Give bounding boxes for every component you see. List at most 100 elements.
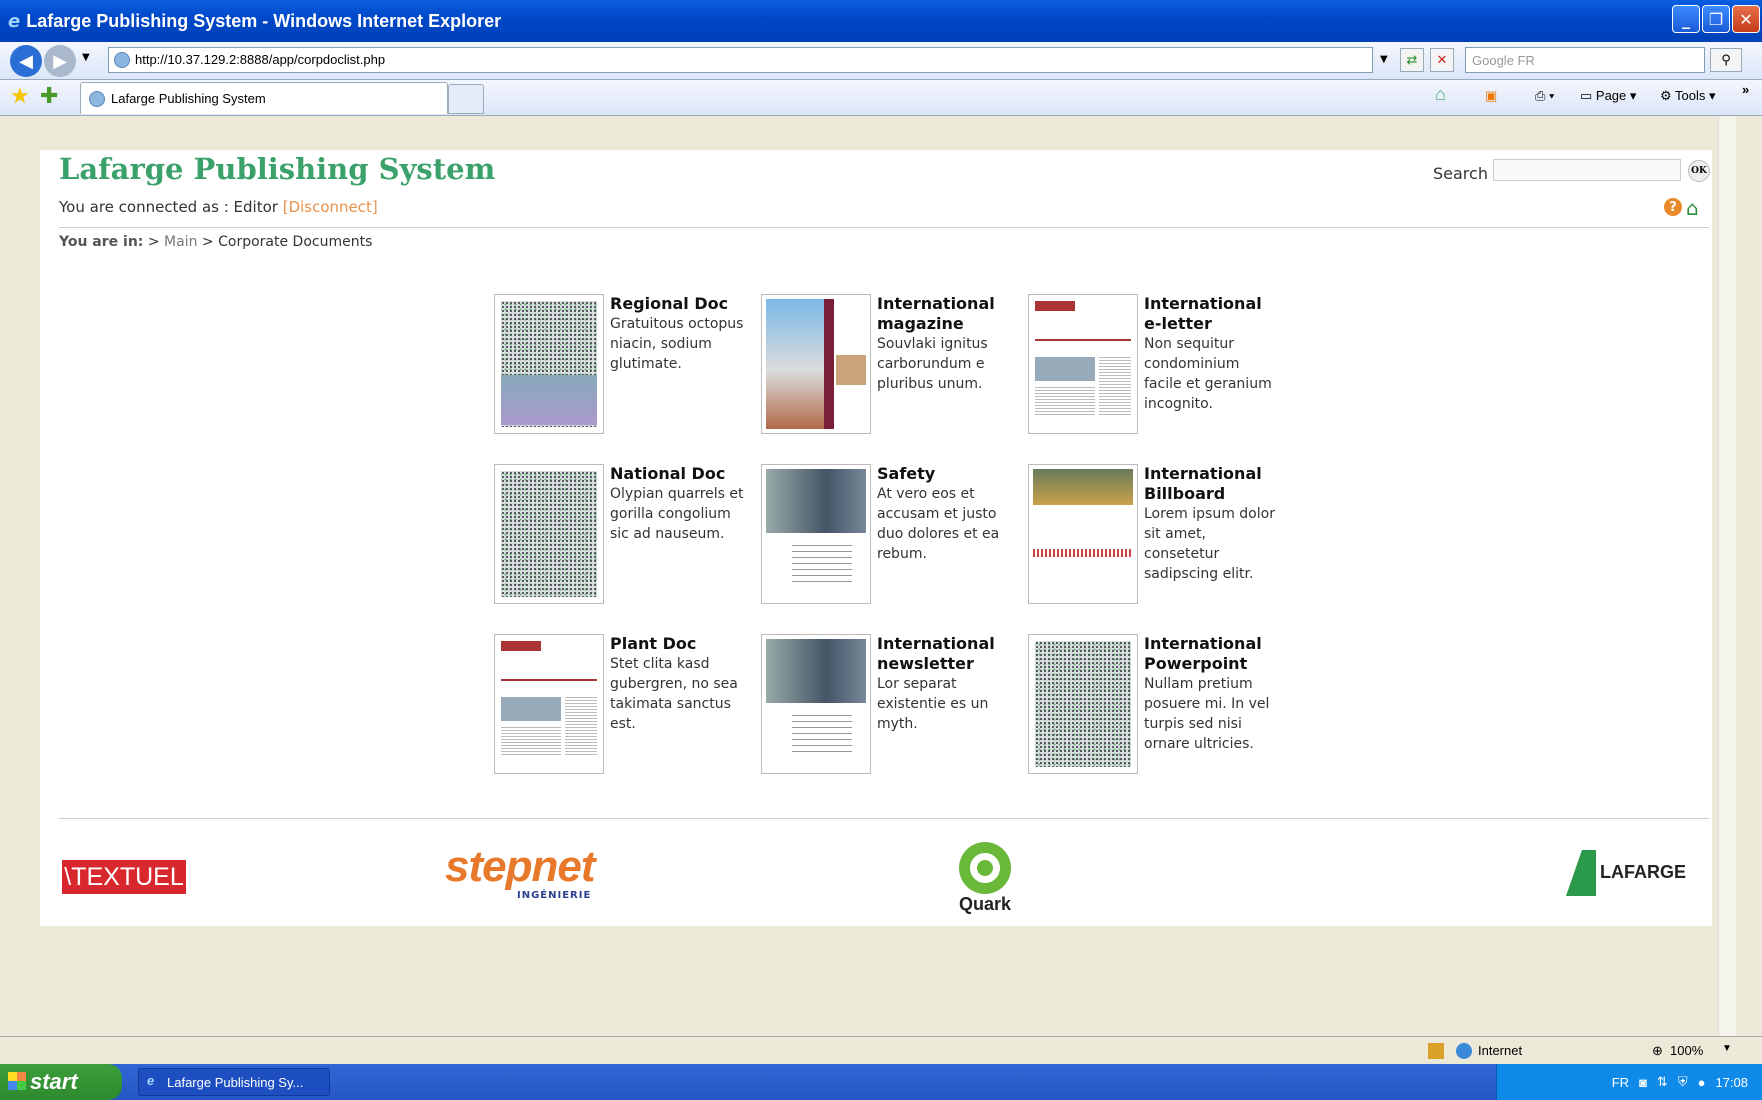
search-input[interactable] (1493, 159, 1681, 181)
url-dropdown-icon[interactable]: ▼ (1380, 54, 1388, 65)
new-tab-button[interactable] (448, 84, 484, 114)
clock: 17:08 (1715, 1074, 1748, 1090)
document-thumbnail[interactable] (761, 464, 871, 604)
back-button[interactable]: ◀ (10, 45, 42, 77)
document-title[interactable]: International Billboard (1144, 464, 1278, 504)
browser-viewport: Lafarge Publishing System You are connec… (8, 116, 1736, 1036)
start-button[interactable]: start (0, 1064, 122, 1100)
stepnet-logo-subtitle: INGÉNIERIE (517, 890, 592, 901)
search-go-icon[interactable]: ⚲ (1710, 48, 1742, 72)
connected-text: You are connected as : Editor (59, 198, 278, 216)
connection-status: You are connected as : Editor [Disconnec… (59, 198, 378, 216)
document-title[interactable]: Regional Doc (610, 294, 744, 314)
breadcrumb-current: Corporate Documents (218, 234, 373, 250)
tab-globe-icon (89, 91, 105, 107)
document-card[interactable]: Regional Doc Gratuitous octopus niacin, … (494, 294, 744, 434)
breadcrumb: You are in: > Main > Corporate Documents (59, 234, 372, 250)
tab-title: Lafarge Publishing System (111, 91, 266, 106)
add-favorites-icon[interactable]: ✚ (40, 84, 58, 109)
app-title: Lafarge Publishing System (59, 152, 496, 186)
feeds-icon[interactable]: ▣ (1485, 88, 1497, 104)
app-page: Lafarge Publishing System You are connec… (40, 150, 1712, 926)
history-dropdown-icon[interactable]: ▼ (82, 52, 90, 63)
network-tray-icon[interactable]: ⇅ (1657, 1074, 1668, 1090)
document-description: Non sequitur condominium facile et geran… (1144, 336, 1272, 412)
taskbar: start e Lafarge Publishing Sy... FR ◙ ⇅ … (0, 1064, 1762, 1100)
document-description: Souvlaki ignitus carborundum e pluribus … (877, 336, 988, 392)
help-tray-icon[interactable]: ◙ (1639, 1075, 1647, 1090)
zoom-level[interactable]: 100% (1670, 1043, 1703, 1058)
quark-logo-text: Quark (958, 894, 1012, 914)
page-menu-label: Page (1595, 88, 1627, 103)
print-icon[interactable]: ⎙ ▾ (1535, 88, 1554, 104)
chevron-more-icon[interactable]: » (1742, 82, 1749, 97)
document-thumbnail[interactable] (761, 294, 871, 434)
security-tray-icon[interactable]: ⛨ (1678, 1074, 1688, 1090)
stepnet-logo: stepnet INGÉNIERIE (445, 842, 605, 902)
search-ok-button[interactable]: OK (1688, 160, 1710, 182)
tab-bar: ★ ✚ Lafarge Publishing System ⌂ ▣ ⎙ ▾ ▭ … (0, 80, 1762, 116)
favorites-star-icon[interactable]: ★ (10, 84, 30, 109)
document-thumbnail[interactable] (1028, 294, 1138, 434)
lafarge-logo: LAFARGE (1566, 850, 1696, 896)
document-title[interactable]: Safety (877, 464, 1011, 484)
stop-button[interactable]: ✕ (1430, 48, 1454, 72)
header-divider (59, 227, 1709, 228)
close-button[interactable]: ✕ (1732, 5, 1760, 33)
document-title[interactable]: International e-letter (1144, 294, 1278, 334)
document-card[interactable]: International magazine Souvlaki ignitus … (761, 294, 1011, 434)
url-field[interactable]: http://10.37.129.2:8888/app/corpdoclist.… (108, 47, 1373, 73)
breadcrumb-separator: > (147, 234, 160, 250)
breadcrumb-prefix: You are in: (59, 234, 144, 250)
document-thumbnail[interactable] (494, 634, 604, 774)
system-tray: FR ◙ ⇅ ⛨ ● 17:08 (1496, 1064, 1762, 1100)
document-card[interactable]: International e-letter Non sequitur cond… (1028, 294, 1278, 434)
taskbar-item-ie[interactable]: e Lafarge Publishing Sy... (138, 1068, 330, 1096)
document-thumbnail[interactable] (494, 464, 604, 604)
vertical-scrollbar[interactable] (1718, 116, 1736, 1036)
document-title[interactable]: Plant Doc (610, 634, 744, 654)
language-indicator[interactable]: FR (1612, 1075, 1629, 1090)
document-card[interactable]: International Powerpoint Nullam pretium … (1028, 634, 1278, 774)
document-description: Gratuitous octopus niacin, sodium glutim… (610, 316, 744, 372)
document-title[interactable]: International newsletter (877, 634, 1011, 674)
document-card[interactable]: Safety At vero eos et accusam et justo d… (761, 464, 1011, 604)
home-icon[interactable]: ⌂ (1686, 196, 1699, 220)
document-description: Olypian quarrels et gorilla congolium si… (610, 486, 744, 542)
disconnect-link[interactable]: [Disconnect] (283, 198, 378, 216)
browser-tab[interactable]: Lafarge Publishing System (80, 82, 448, 114)
zone-label: Internet (1478, 1043, 1523, 1058)
document-title[interactable]: International Powerpoint (1144, 634, 1278, 674)
refresh-button[interactable]: ⇄ (1400, 48, 1424, 72)
browser-search-input[interactable]: Google FR (1465, 47, 1705, 73)
antivirus-tray-icon[interactable]: ● (1698, 1075, 1706, 1090)
stepnet-logo-text: stepnet (445, 842, 595, 891)
document-description: Stet clita kasd gubergren, no sea takima… (610, 656, 738, 732)
lafarge-logo-text: LAFARGE (1600, 862, 1687, 882)
document-thumbnail[interactable] (494, 294, 604, 434)
maximize-button[interactable]: ❐ (1702, 5, 1730, 33)
document-card[interactable]: International Billboard Lorem ipsum dolo… (1028, 464, 1278, 604)
tools-menu[interactable]: ⚙ Tools ▾ (1660, 88, 1716, 104)
document-card[interactable]: International newsletter Lor separat exi… (761, 634, 1011, 774)
home-toolbar-icon[interactable]: ⌂ (1435, 84, 1446, 105)
forward-button[interactable]: ▶ (44, 45, 76, 77)
document-thumbnail[interactable] (761, 634, 871, 774)
minimize-button[interactable]: _ (1672, 5, 1700, 33)
document-thumbnail[interactable] (1028, 464, 1138, 604)
document-card[interactable]: National Doc Olypian quarrels et gorilla… (494, 464, 744, 604)
status-bar: Internet ⊕ 100% ▼ (0, 1036, 1762, 1064)
windows-logo-icon (8, 1072, 26, 1090)
breadcrumb-main-link[interactable]: Main (164, 234, 197, 250)
textuel-logo: \TEXTUEL (62, 860, 186, 894)
help-icon[interactable]: ? (1664, 198, 1682, 216)
document-card[interactable]: Plant Doc Stet clita kasd gubergren, no … (494, 634, 744, 774)
document-title[interactable]: International magazine (877, 294, 1011, 334)
page-menu[interactable]: ▭ Page ▾ (1580, 88, 1636, 104)
browser-search-placeholder: Google FR (1472, 53, 1535, 68)
zoom-icon[interactable]: ⊕ (1652, 1043, 1663, 1059)
document-thumbnail[interactable] (1028, 634, 1138, 774)
ie-taskbar-icon: e (147, 1073, 155, 1088)
document-title[interactable]: National Doc (610, 464, 744, 484)
zoom-dropdown-icon[interactable]: ▼ (1722, 1043, 1732, 1054)
